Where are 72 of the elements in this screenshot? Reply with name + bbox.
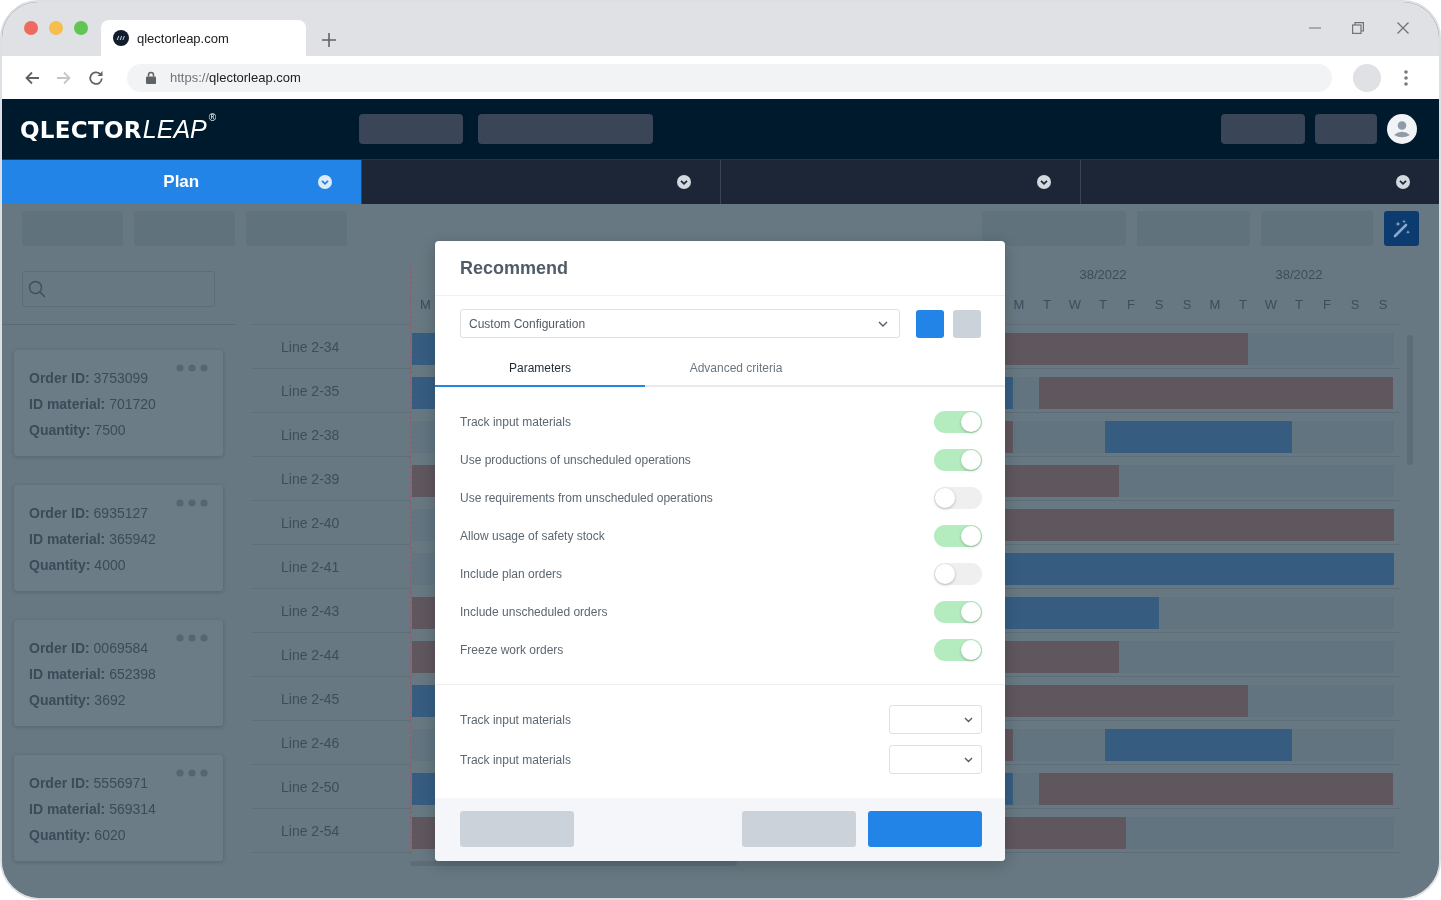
magic-wand-icon bbox=[1391, 218, 1412, 239]
chevron-down-icon bbox=[677, 175, 691, 189]
search-field[interactable] bbox=[22, 271, 215, 307]
close-dot-icon[interactable] bbox=[24, 21, 38, 35]
profile-avatar-icon[interactable] bbox=[1353, 63, 1381, 92]
configuration-select[interactable]: Custom Configuration bbox=[460, 309, 900, 338]
plus-icon[interactable] bbox=[322, 33, 336, 47]
toggle-switch[interactable] bbox=[934, 563, 982, 585]
search-icon bbox=[28, 280, 46, 298]
dialog-title: Recommend bbox=[460, 257, 569, 279]
gantt-bar bbox=[1005, 729, 1013, 761]
gantt-bar bbox=[1005, 421, 1013, 453]
gantt-track bbox=[412, 553, 435, 585]
close-icon[interactable] bbox=[1397, 22, 1409, 34]
gantt-bar bbox=[412, 773, 435, 805]
dropdown-select[interactable] bbox=[889, 745, 982, 774]
lock-icon bbox=[146, 71, 156, 84]
toggle-label: Allow usage of safety stock bbox=[460, 529, 605, 543]
toggle-switch[interactable] bbox=[934, 487, 982, 509]
zoom-dot-icon[interactable] bbox=[74, 21, 88, 35]
gantt-bar bbox=[412, 685, 435, 717]
nav-tab[interactable]: Plan bbox=[2, 160, 361, 204]
gantt-bar bbox=[412, 641, 435, 673]
app-logo: QLECTORLEAP® bbox=[20, 114, 217, 144]
toggle-switch[interactable] bbox=[934, 449, 982, 471]
chevron-down-icon bbox=[964, 756, 973, 763]
toggle-switch[interactable] bbox=[934, 601, 982, 623]
user-avatar-icon[interactable] bbox=[1387, 114, 1417, 144]
gantt-track bbox=[412, 729, 435, 761]
chevron-down-icon bbox=[964, 716, 973, 723]
gantt-bar bbox=[1005, 773, 1013, 805]
chevron-down-icon bbox=[317, 175, 332, 189]
gantt-track bbox=[1013, 773, 1039, 805]
gantt-track bbox=[412, 421, 435, 453]
placeholder-button[interactable] bbox=[982, 211, 1126, 246]
toggle-switch[interactable] bbox=[934, 639, 982, 661]
chevron-down-icon bbox=[878, 320, 888, 327]
chevron-down-icon bbox=[1036, 175, 1051, 189]
gantt-bar bbox=[412, 597, 435, 629]
gantt-track bbox=[412, 509, 435, 541]
scrollbar-thumb[interactable] bbox=[410, 861, 737, 866]
dropdown-select[interactable] bbox=[889, 705, 982, 734]
minimize-dot-icon[interactable] bbox=[49, 21, 63, 35]
gantt-bar bbox=[412, 465, 435, 497]
back-arrow-icon[interactable] bbox=[24, 69, 40, 86]
kebab-menu-icon[interactable] bbox=[1404, 69, 1408, 86]
browser-tab[interactable]: qlectorleap.com bbox=[101, 20, 306, 56]
toggle-switch[interactable] bbox=[934, 525, 982, 547]
toggle-label: Include unscheduled orders bbox=[460, 605, 608, 619]
dialog-tab[interactable]: Parameters bbox=[435, 350, 645, 387]
select-label: Track input materials bbox=[460, 712, 571, 727]
gantt-bar bbox=[412, 333, 435, 365]
blank-button[interactable] bbox=[953, 309, 981, 338]
gantt-track bbox=[1013, 377, 1039, 409]
favicon-icon bbox=[113, 30, 129, 46]
magic-wand-button[interactable] bbox=[1384, 211, 1419, 246]
toggle-label: Use productions of unscheduled operations bbox=[460, 453, 691, 467]
toggle-switch[interactable] bbox=[934, 411, 982, 433]
toggle-label: Freeze work orders bbox=[460, 643, 564, 657]
blank-button[interactable] bbox=[916, 309, 944, 338]
dialog-tab[interactable]: Advanced criteria bbox=[645, 350, 827, 387]
gantt-bar bbox=[412, 817, 435, 849]
toggle-label: Include plan orders bbox=[460, 567, 563, 581]
toggle-label: Track input materials bbox=[460, 415, 571, 429]
toggle-label: Use requirements from unscheduled operations bbox=[460, 491, 713, 505]
chevron-down-icon bbox=[1396, 175, 1410, 189]
restore-icon[interactable] bbox=[1352, 22, 1364, 34]
select-label: Track input materials bbox=[460, 752, 571, 767]
address-bar[interactable]: https://qlectorleap.com bbox=[127, 63, 1332, 92]
reload-icon[interactable] bbox=[88, 69, 104, 86]
gantt-bar bbox=[412, 377, 435, 409]
gantt-bar bbox=[1005, 377, 1013, 409]
